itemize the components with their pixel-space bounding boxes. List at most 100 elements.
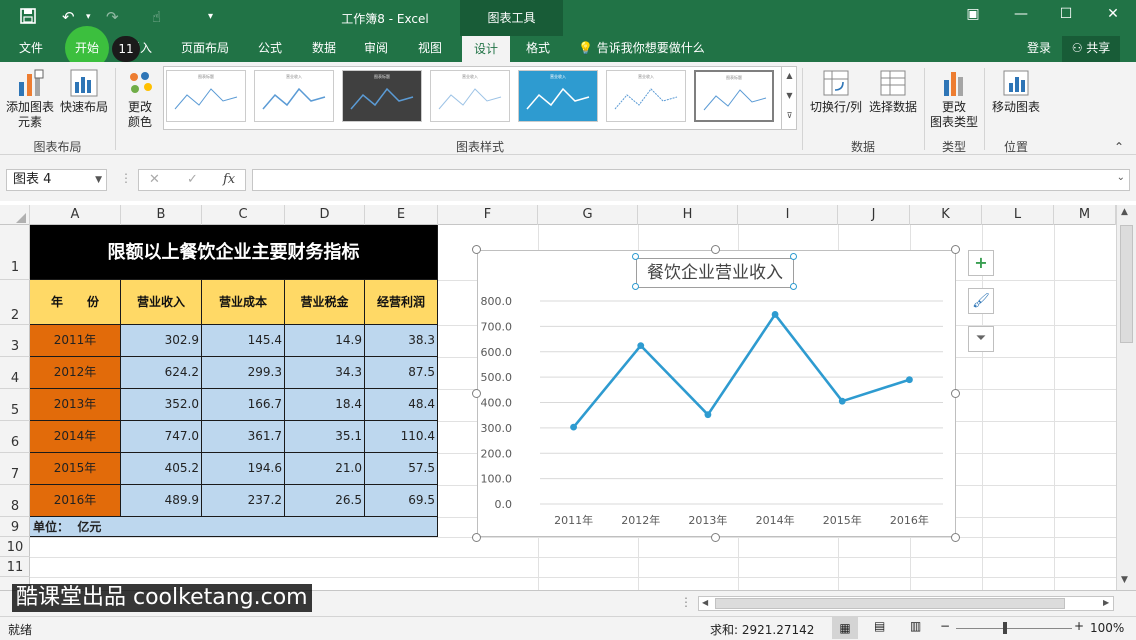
tab-file[interactable]: 文件 [8, 36, 54, 62]
header-year[interactable]: 年 份 [30, 280, 121, 325]
row-header-5[interactable]: 5 [0, 389, 30, 421]
chart-style-2[interactable]: 营业收入 [254, 70, 334, 122]
year-cell[interactable]: 2014年 [30, 421, 121, 453]
vertical-scroll-thumb[interactable] [1120, 225, 1133, 343]
profit-cell[interactable]: 57.5 [365, 453, 438, 485]
cost-cell[interactable]: 299.3 [202, 357, 285, 389]
tax-cell[interactable]: 34.3 [285, 357, 365, 389]
col-header-a[interactable]: A [30, 205, 121, 225]
col-header-j[interactable]: J [838, 205, 910, 225]
profit-cell[interactable]: 69.5 [365, 485, 438, 517]
sign-in-link[interactable]: 登录 [1020, 36, 1058, 62]
row-header-8[interactable]: 8 [0, 485, 30, 517]
profit-cell[interactable]: 48.4 [365, 389, 438, 421]
resize-handle[interactable] [711, 533, 720, 542]
tax-cell[interactable]: 21.0 [285, 453, 365, 485]
move-chart-button[interactable]: 移动图表 [988, 68, 1044, 115]
worksheet[interactable]: 限额以上餐饮企业主要财务指标 年 份 营业收入 营业成本 营业税金 经营利润 2… [30, 225, 1116, 590]
resize-handle[interactable] [951, 389, 960, 398]
year-cell[interactable]: 2011年 [30, 325, 121, 357]
name-box-dropdown-icon[interactable]: ▼ [95, 170, 102, 190]
tax-cell[interactable]: 26.5 [285, 485, 365, 517]
row-header-3[interactable]: 3 [0, 325, 30, 357]
title-handle[interactable] [632, 283, 639, 290]
row-header-2[interactable]: 2 [0, 280, 30, 325]
year-cell[interactable]: 2016年 [30, 485, 121, 517]
page-break-view-icon[interactable]: ▥ [910, 619, 921, 633]
resize-handle[interactable] [951, 533, 960, 542]
ribbon-display-options-icon[interactable]: ▣ [958, 6, 988, 22]
change-colors-button[interactable]: 更改 颜色 [118, 68, 162, 130]
close-icon[interactable]: ✕ [1098, 6, 1128, 22]
profit-cell[interactable]: 87.5 [365, 357, 438, 389]
col-header-e[interactable]: E [365, 205, 438, 225]
col-header-i[interactable]: I [738, 205, 838, 225]
page-layout-view-icon[interactable]: ▤ [874, 619, 885, 633]
tab-formulas[interactable]: 公式 [248, 36, 292, 62]
tab-data[interactable]: 数据 [302, 36, 346, 62]
undo-dropdown-icon[interactable]: ▾ [86, 12, 91, 22]
zoom-in-icon[interactable]: + [1074, 619, 1084, 633]
resize-handle[interactable] [711, 245, 720, 254]
col-header-l[interactable]: L [982, 205, 1054, 225]
row-header-11[interactable]: 11 [0, 557, 30, 577]
redo-icon[interactable]: ↷ [106, 8, 119, 26]
horizontal-scrollbar[interactable]: ◀ ▶ [698, 596, 1114, 611]
revenue-cell[interactable]: 489.9 [121, 485, 202, 517]
touch-mode-icon[interactable]: ☝ [152, 8, 161, 26]
revenue-cell[interactable]: 302.9 [121, 325, 202, 357]
collapse-ribbon-icon[interactable]: ⌃ [1114, 140, 1124, 154]
tab-review[interactable]: 审阅 [354, 36, 398, 62]
row-header-1[interactable]: 1 [0, 225, 30, 280]
gallery-scroll[interactable]: ▲ ▼ ⊽ [781, 66, 797, 130]
year-cell[interactable]: 2015年 [30, 453, 121, 485]
revenue-cell[interactable]: 747.0 [121, 421, 202, 453]
cost-cell[interactable]: 194.6 [202, 453, 285, 485]
vertical-scrollbar[interactable]: ▲ ▼ [1116, 205, 1136, 590]
row-header-6[interactable]: 6 [0, 421, 30, 453]
resize-handle[interactable] [472, 389, 481, 398]
undo-icon[interactable]: ↶ [62, 8, 75, 26]
cost-cell[interactable]: 145.4 [202, 325, 285, 357]
insert-function-icon[interactable]: fx [223, 172, 235, 187]
chart-style-5[interactable]: 营业收入 [518, 70, 598, 122]
chart-styles-brush-icon[interactable]: 🖌 [968, 288, 994, 314]
col-header-m[interactable]: M [1054, 205, 1116, 225]
save-icon[interactable] [20, 8, 36, 28]
expand-formula-icon[interactable]: ⌄ [1117, 172, 1125, 183]
scroll-left-icon[interactable]: ◀ [702, 598, 708, 607]
select-all-corner[interactable] [0, 205, 30, 225]
tab-page-layout[interactable]: 页面布局 [172, 36, 238, 62]
tab-design[interactable]: 设计 [462, 36, 510, 62]
year-cell[interactable]: 2012年 [30, 357, 121, 389]
col-header-c[interactable]: C [202, 205, 285, 225]
chart-style-6[interactable]: 营业收入 [606, 70, 686, 122]
revenue-cell[interactable]: 624.2 [121, 357, 202, 389]
cost-cell[interactable]: 166.7 [202, 389, 285, 421]
scroll-down-icon[interactable]: ▼ [1121, 575, 1128, 585]
chart-style-3[interactable]: 图表标题 [342, 70, 422, 122]
col-header-k[interactable]: K [910, 205, 982, 225]
line-chart[interactable]: 餐饮企业营业收入 0.0 100.0 200.0 300.0 400.0 500.0 600… [477, 250, 956, 537]
tax-cell[interactable]: 14.9 [285, 325, 365, 357]
select-data-button[interactable]: 选择数据 [866, 68, 920, 115]
profit-cell[interactable]: 38.3 [365, 325, 438, 357]
row-header-9[interactable]: 9 [0, 517, 30, 537]
chart-style-1[interactable]: 图表标题 [166, 70, 246, 122]
col-header-b[interactable]: B [121, 205, 202, 225]
unit-note[interactable]: 单位： 亿元 [30, 517, 438, 537]
row-header-4[interactable]: 4 [0, 357, 30, 389]
col-header-d[interactable]: D [285, 205, 365, 225]
cost-cell[interactable]: 361.7 [202, 421, 285, 453]
zoom-slider[interactable] [956, 628, 1072, 629]
resize-handle[interactable] [472, 245, 481, 254]
resize-handle[interactable] [951, 245, 960, 254]
status-sum[interactable]: 求和: 2921.27142 [710, 621, 814, 638]
chart-filters-funnel-icon[interactable]: ⏷ [968, 326, 994, 352]
col-header-h[interactable]: H [638, 205, 738, 225]
col-header-g[interactable]: G [538, 205, 638, 225]
row-header-7[interactable]: 7 [0, 453, 30, 485]
chart-style-4[interactable]: 营业收入 [430, 70, 510, 122]
header-revenue[interactable]: 营业收入 [121, 280, 202, 325]
scroll-up-icon[interactable]: ▲ [1121, 207, 1128, 217]
